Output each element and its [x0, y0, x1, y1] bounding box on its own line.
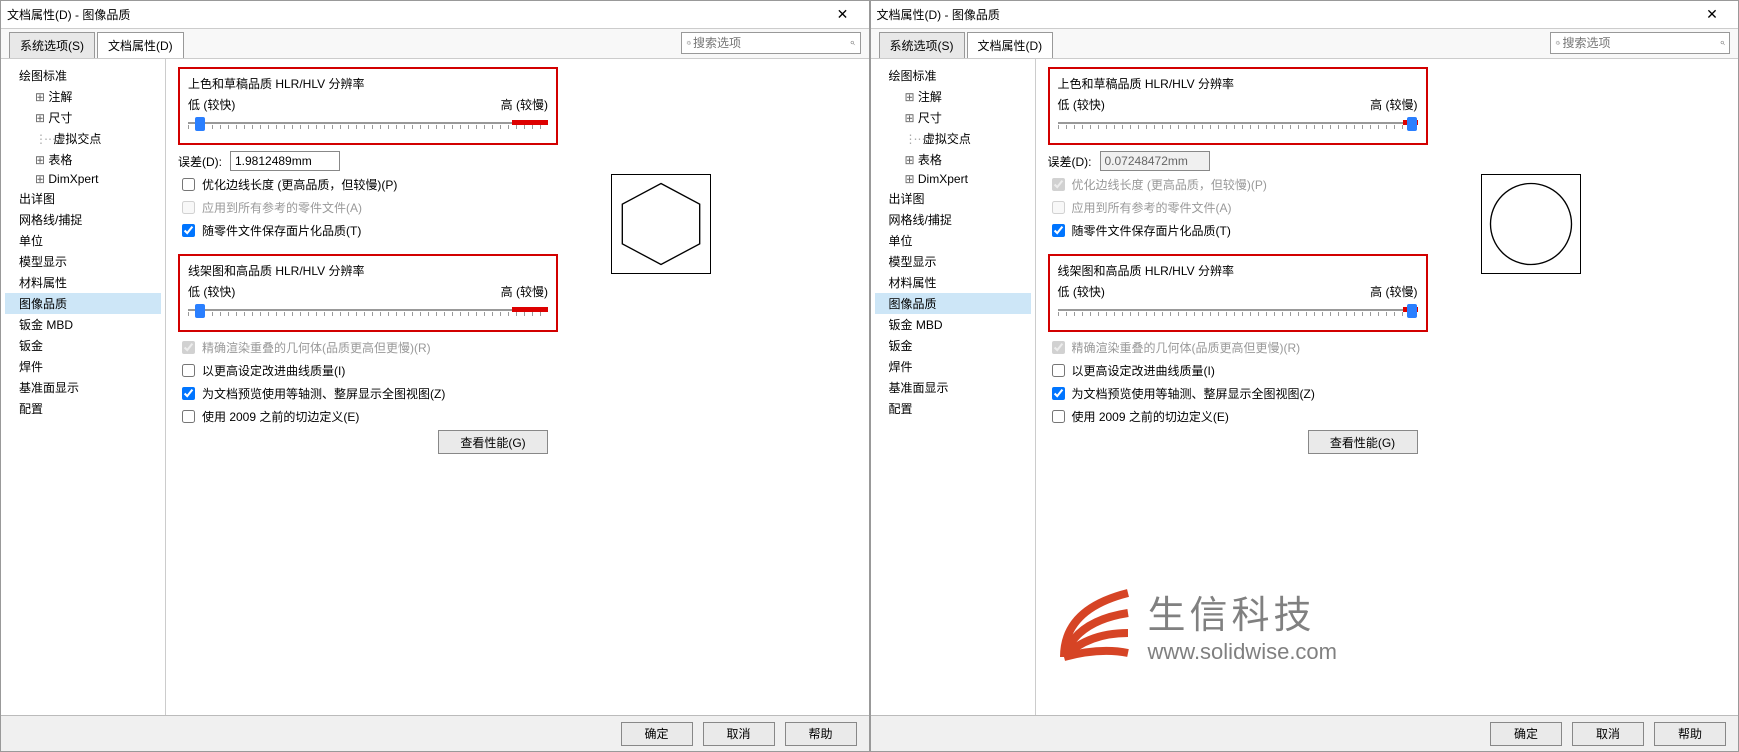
sidebar-item[interactable]: 钣金 — [875, 335, 1031, 356]
shaded-quality-group: 上色和草稿品质 HLR/HLV 分辨率 低 (较快)高 (较慢) — [178, 67, 558, 145]
help-button[interactable]: 帮助 — [785, 722, 857, 746]
wireframe-title: 线架图和高品质 HLR/HLV 分辨率 — [188, 262, 548, 279]
sidebar-item[interactable]: 出详图 — [5, 188, 161, 209]
sidebar-item[interactable]: 基准面显示 — [5, 377, 161, 398]
cancel-button[interactable]: 取消 — [1572, 722, 1644, 746]
tab-system-options[interactable]: 系统选项(S) — [879, 32, 965, 58]
shaded-title: 上色和草稿品质 HLR/HLV 分辨率 — [188, 75, 548, 92]
sidebar-item[interactable]: 钣金 — [5, 335, 161, 356]
precise-render-checkbox: 精确渲染重叠的几何体(品质更高但更慢)(R) — [1048, 338, 1301, 357]
sidebar-item[interactable]: DimXpert — [5, 170, 161, 188]
view-performance-button[interactable]: 查看性能(G) — [1308, 430, 1418, 454]
sidebar-item[interactable]: 图像品质 — [875, 293, 1031, 314]
precise-render-checkbox: 精确渲染重叠的几何体(品质更高但更慢)(R) — [178, 338, 431, 357]
sidebar-item[interactable]: 出详图 — [875, 188, 1031, 209]
iso-preview-checkbox[interactable]: 为文档预览使用等轴测、整屏显示全图视图(Z) — [1048, 384, 1315, 403]
close-icon[interactable]: ✕ — [823, 6, 863, 23]
window-title: 文档属性(D) - 图像品质 — [7, 6, 823, 23]
iso-preview-checkbox[interactable]: 为文档预览使用等轴测、整屏显示全图视图(Z) — [178, 384, 445, 403]
sidebar-item[interactable]: 单位 — [875, 230, 1031, 251]
sidebar-item[interactable]: 单位 — [5, 230, 161, 251]
quality-preview — [611, 174, 711, 274]
deviation-label: 误差(D): — [1048, 153, 1092, 170]
sidebar: 绘图标准注解尺寸虚拟交点表格DimXpert出详图网格线/捕捉单位模型显示材料属… — [1, 59, 166, 715]
sidebar-item[interactable]: 绘图标准 — [5, 65, 161, 86]
sidebar-item[interactable]: 钣金 MBD — [875, 314, 1031, 335]
sidebar-item[interactable]: 虚拟交点 — [5, 128, 161, 149]
watermark: 生信科技www.solidwise.com — [1056, 584, 1338, 665]
wireframe-quality-group: 线架图和高品质 HLR/HLV 分辨率 低 (较快)高 (较慢) — [178, 254, 558, 332]
search-box[interactable] — [681, 32, 861, 54]
window-title: 文档属性(D) - 图像品质 — [877, 6, 1693, 23]
wireframe-slider[interactable] — [188, 302, 548, 320]
shaded-quality-group: 上色和草稿品质 HLR/HLV 分辨率 低 (较快)高 (较慢) — [1048, 67, 1428, 145]
tab-document-properties[interactable]: 文档属性(D) — [967, 32, 1054, 58]
tab-document-properties[interactable]: 文档属性(D) — [97, 32, 184, 58]
sidebar-item[interactable]: 基准面显示 — [875, 377, 1031, 398]
deviation-label: 误差(D): — [178, 153, 222, 170]
sidebar-item[interactable]: 模型显示 — [875, 251, 1031, 272]
sidebar-item[interactable]: 表格 — [5, 149, 161, 170]
sidebar-item[interactable]: 网格线/捕捉 — [5, 209, 161, 230]
apply-all-checkbox: 应用到所有参考的零件文件(A) — [1048, 198, 1232, 217]
ok-button[interactable]: 确定 — [1490, 722, 1562, 746]
shaded-slider[interactable] — [188, 115, 548, 133]
sidebar-item[interactable]: 表格 — [875, 149, 1031, 170]
sidebar-item[interactable]: 焊件 — [875, 356, 1031, 377]
sidebar-item[interactable]: 尺寸 — [875, 107, 1031, 128]
sidebar-item[interactable]: 注解 — [875, 86, 1031, 107]
save-tessellation-checkbox[interactable]: 随零件文件保存面片化品质(T) — [1048, 221, 1231, 240]
sidebar-item[interactable]: 网格线/捕捉 — [875, 209, 1031, 230]
improve-curve-checkbox[interactable]: 以更高设定改进曲线质量(I) — [1048, 361, 1215, 380]
use-2009-checkbox[interactable]: 使用 2009 之前的切边定义(E) — [1048, 407, 1229, 426]
tab-system-options[interactable]: 系统选项(S) — [9, 32, 95, 58]
cancel-button[interactable]: 取消 — [703, 722, 775, 746]
shaded-slider[interactable] — [1058, 115, 1418, 133]
close-icon[interactable]: ✕ — [1692, 6, 1732, 23]
sidebar: 绘图标准注解尺寸虚拟交点表格DimXpert出详图网格线/捕捉单位模型显示材料属… — [871, 59, 1036, 715]
sidebar-item[interactable]: 尺寸 — [5, 107, 161, 128]
search-icon — [850, 36, 856, 50]
sidebar-item[interactable]: 材料属性 — [875, 272, 1031, 293]
use-2009-checkbox[interactable]: 使用 2009 之前的切边定义(E) — [178, 407, 359, 426]
search-input[interactable] — [1561, 35, 1720, 51]
wireframe-quality-group: 线架图和高品质 HLR/HLV 分辨率 低 (较快)高 (较慢) — [1048, 254, 1428, 332]
apply-all-checkbox: 应用到所有参考的零件文件(A) — [178, 198, 362, 217]
sidebar-item[interactable]: 模型显示 — [5, 251, 161, 272]
sidebar-item[interactable]: 钣金 MBD — [5, 314, 161, 335]
improve-curve-checkbox[interactable]: 以更高设定改进曲线质量(I) — [178, 361, 345, 380]
optimize-edge-checkbox: 优化边线长度 (更高品质，但较慢)(P) — [1048, 175, 1267, 194]
help-button[interactable]: 帮助 — [1654, 722, 1726, 746]
sidebar-item[interactable]: 虚拟交点 — [875, 128, 1031, 149]
quality-preview — [1481, 174, 1581, 274]
ok-button[interactable]: 确定 — [621, 722, 693, 746]
search-box[interactable] — [1550, 32, 1730, 54]
view-performance-button[interactable]: 查看性能(G) — [438, 430, 548, 454]
optimize-edge-checkbox[interactable]: 优化边线长度 (更高品质，但较慢)(P) — [178, 175, 397, 194]
sidebar-item[interactable]: 焊件 — [5, 356, 161, 377]
save-tessellation-checkbox[interactable]: 随零件文件保存面片化品质(T) — [178, 221, 361, 240]
sidebar-item[interactable]: 配置 — [5, 398, 161, 419]
sidebar-item[interactable]: 图像品质 — [5, 293, 161, 314]
sidebar-item[interactable]: 配置 — [875, 398, 1031, 419]
sidebar-item[interactable]: 绘图标准 — [875, 65, 1031, 86]
sidebar-item[interactable]: DimXpert — [875, 170, 1031, 188]
search-input[interactable] — [691, 35, 850, 51]
shaded-title: 上色和草稿品质 HLR/HLV 分辨率 — [1058, 75, 1418, 92]
deviation-input — [1100, 151, 1210, 171]
wireframe-slider[interactable] — [1058, 302, 1418, 320]
search-icon — [1720, 36, 1726, 50]
sidebar-item[interactable]: 材料属性 — [5, 272, 161, 293]
wireframe-title: 线架图和高品质 HLR/HLV 分辨率 — [1058, 262, 1418, 279]
sidebar-item[interactable]: 注解 — [5, 86, 161, 107]
deviation-input[interactable] — [230, 151, 340, 171]
